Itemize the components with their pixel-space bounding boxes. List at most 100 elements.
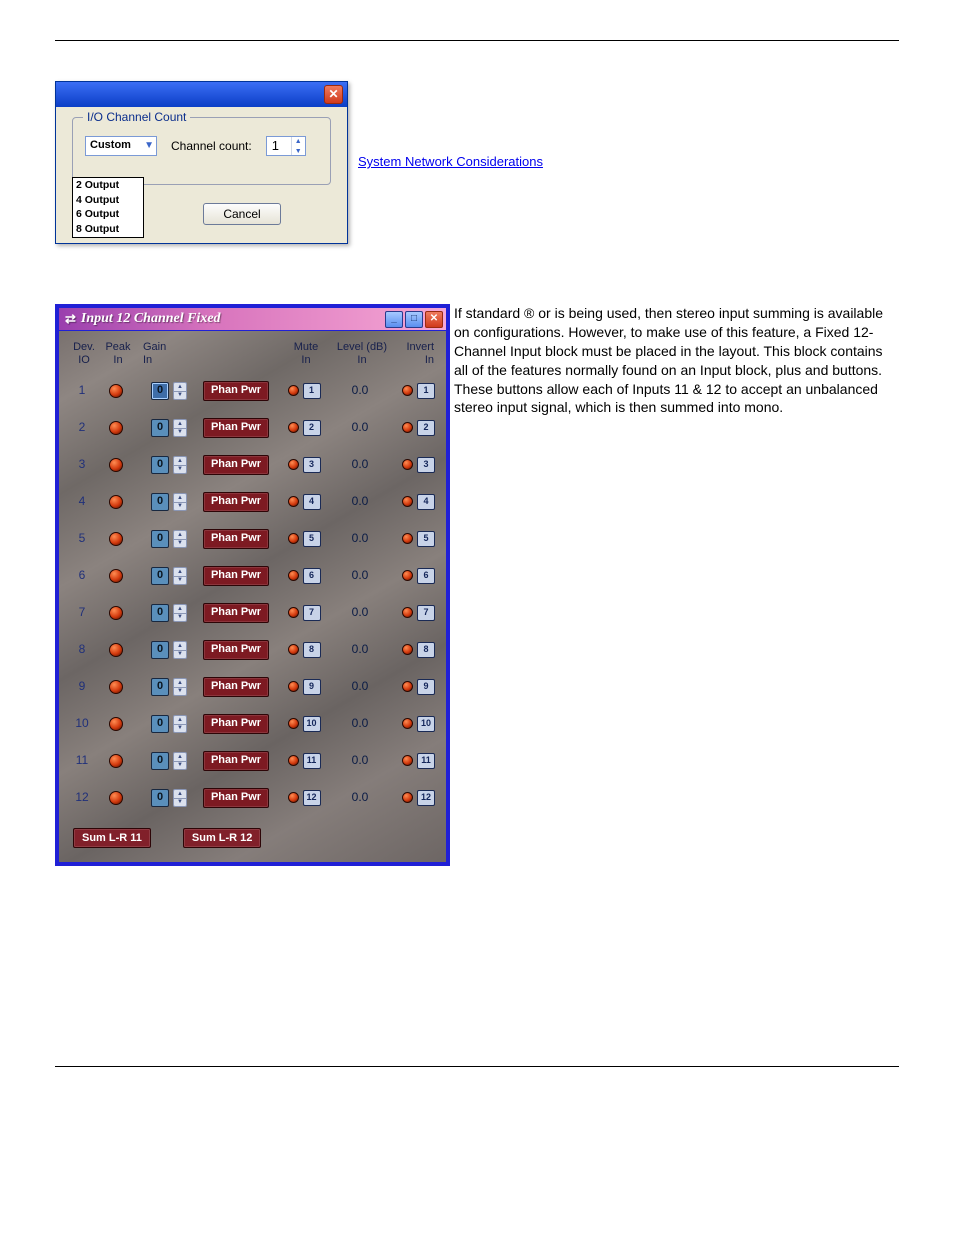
gain-value-display[interactable]: 0 — [151, 419, 169, 437]
mute-channel-chip[interactable]: 9 — [303, 679, 321, 695]
spinner-up-icon[interactable]: ▲ — [173, 382, 187, 391]
invert-led[interactable] — [402, 644, 413, 655]
mute-led[interactable] — [288, 459, 299, 470]
mute-channel-chip[interactable]: 10 — [303, 716, 321, 732]
spinner-up-icon[interactable]: ▲ — [173, 678, 187, 687]
invert-channel-chip[interactable]: 9 — [417, 679, 435, 695]
gain-value-display[interactable]: 0 — [151, 752, 169, 770]
invert-led[interactable] — [402, 422, 413, 433]
gain-value-display[interactable]: 0 — [151, 641, 169, 659]
spinner-down-icon[interactable]: ▼ — [173, 428, 187, 437]
gain-spinner[interactable]: ▲▼ — [173, 641, 187, 659]
peak-led[interactable] — [109, 680, 123, 694]
phantom-power-button[interactable]: Phan Pwr — [203, 418, 269, 438]
gain-value-display[interactable]: 0 — [151, 715, 169, 733]
close-button[interactable]: ✕ — [324, 85, 343, 104]
preset-dropdown-list[interactable]: 2 Output 4 Output 6 Output 8 Output — [72, 177, 144, 238]
spinner-down-icon[interactable]: ▼ — [173, 724, 187, 733]
invert-channel-chip[interactable]: 8 — [417, 642, 435, 658]
spinner-up-icon[interactable]: ▲ — [292, 137, 305, 147]
gain-value-display[interactable]: 0 — [151, 678, 169, 696]
preset-option[interactable]: 8 Output — [73, 222, 143, 237]
mute-channel-chip[interactable]: 4 — [303, 494, 321, 510]
invert-led[interactable] — [402, 718, 413, 729]
invert-led[interactable] — [402, 792, 413, 803]
invert-led[interactable] — [402, 681, 413, 692]
gain-value-display[interactable]: 0 — [151, 456, 169, 474]
invert-led[interactable] — [402, 570, 413, 581]
invert-channel-chip[interactable]: 2 — [417, 420, 435, 436]
close-button[interactable]: ✕ — [425, 311, 443, 328]
invert-channel-chip[interactable]: 1 — [417, 383, 435, 399]
spinner-down-icon[interactable]: ▼ — [173, 687, 187, 696]
mute-led[interactable] — [288, 570, 299, 581]
gain-spinner[interactable]: ▲▼ — [173, 456, 187, 474]
gain-spinner[interactable]: ▲▼ — [173, 567, 187, 585]
mute-channel-chip[interactable]: 1 — [303, 383, 321, 399]
spinner-down-icon[interactable]: ▼ — [173, 798, 187, 807]
mute-led[interactable] — [288, 496, 299, 507]
phantom-power-button[interactable]: Phan Pwr — [203, 566, 269, 586]
peak-led[interactable] — [109, 606, 123, 620]
peak-led[interactable] — [109, 791, 123, 805]
preset-option[interactable]: 2 Output — [73, 178, 143, 193]
mute-channel-chip[interactable]: 7 — [303, 605, 321, 621]
gain-value-display[interactable]: 0 — [151, 789, 169, 807]
phantom-power-button[interactable]: Phan Pwr — [203, 714, 269, 734]
peak-led[interactable] — [109, 643, 123, 657]
channel-count-spinner[interactable]: 1 ▲ ▼ — [266, 136, 306, 156]
spinner-up-icon[interactable]: ▲ — [173, 530, 187, 539]
spinner-down-icon[interactable]: ▼ — [173, 539, 187, 548]
peak-led[interactable] — [109, 421, 123, 435]
gain-spinner[interactable]: ▲▼ — [173, 789, 187, 807]
spinner-down-icon[interactable]: ▼ — [173, 576, 187, 585]
spinner-up-icon[interactable]: ▲ — [173, 789, 187, 798]
mute-led[interactable] — [288, 718, 299, 729]
gain-value-display[interactable]: 0 — [151, 493, 169, 511]
phantom-power-button[interactable]: Phan Pwr — [203, 529, 269, 549]
invert-led[interactable] — [402, 533, 413, 544]
gain-spinner[interactable]: ▲▼ — [173, 419, 187, 437]
mute-channel-chip[interactable]: 6 — [303, 568, 321, 584]
spinner-up-icon[interactable]: ▲ — [173, 493, 187, 502]
spinner-up-icon[interactable]: ▲ — [173, 419, 187, 428]
sum-lr-11-button[interactable]: Sum L-R 11 — [73, 828, 151, 848]
invert-channel-chip[interactable]: 7 — [417, 605, 435, 621]
preset-option[interactable]: 6 Output — [73, 207, 143, 222]
mute-led[interactable] — [288, 644, 299, 655]
gain-spinner[interactable]: ▲▼ — [173, 604, 187, 622]
gain-value-display[interactable]: 0 — [151, 604, 169, 622]
gain-spinner[interactable]: ▲▼ — [173, 382, 187, 400]
peak-led[interactable] — [109, 532, 123, 546]
phantom-power-button[interactable]: Phan Pwr — [203, 788, 269, 808]
peak-led[interactable] — [109, 384, 123, 398]
phantom-power-button[interactable]: Phan Pwr — [203, 677, 269, 697]
mute-channel-chip[interactable]: 5 — [303, 531, 321, 547]
mute-led[interactable] — [288, 422, 299, 433]
mute-led[interactable] — [288, 385, 299, 396]
spinner-down-icon[interactable]: ▼ — [173, 650, 187, 659]
maximize-button[interactable]: □ — [405, 311, 423, 328]
mute-channel-chip[interactable]: 8 — [303, 642, 321, 658]
gain-spinner[interactable]: ▲▼ — [173, 493, 187, 511]
invert-channel-chip[interactable]: 11 — [417, 753, 435, 769]
sum-lr-12-button[interactable]: Sum L-R 12 — [183, 828, 262, 848]
spinner-down-icon[interactable]: ▼ — [292, 147, 305, 157]
gain-value-display[interactable]: 0 — [151, 530, 169, 548]
mute-channel-chip[interactable]: 12 — [303, 790, 321, 806]
peak-led[interactable] — [109, 458, 123, 472]
spinner-up-icon[interactable]: ▲ — [173, 604, 187, 613]
gain-spinner[interactable]: ▲▼ — [173, 752, 187, 770]
invert-led[interactable] — [402, 755, 413, 766]
invert-led[interactable] — [402, 459, 413, 470]
spinner-up-icon[interactable]: ▲ — [173, 715, 187, 724]
phantom-power-button[interactable]: Phan Pwr — [203, 381, 269, 401]
phantom-power-button[interactable]: Phan Pwr — [203, 640, 269, 660]
invert-channel-chip[interactable]: 3 — [417, 457, 435, 473]
invert-channel-chip[interactable]: 6 — [417, 568, 435, 584]
spinner-up-icon[interactable]: ▲ — [173, 456, 187, 465]
gain-spinner[interactable]: ▲▼ — [173, 678, 187, 696]
mute-led[interactable] — [288, 755, 299, 766]
phantom-power-button[interactable]: Phan Pwr — [203, 455, 269, 475]
invert-channel-chip[interactable]: 12 — [417, 790, 435, 806]
